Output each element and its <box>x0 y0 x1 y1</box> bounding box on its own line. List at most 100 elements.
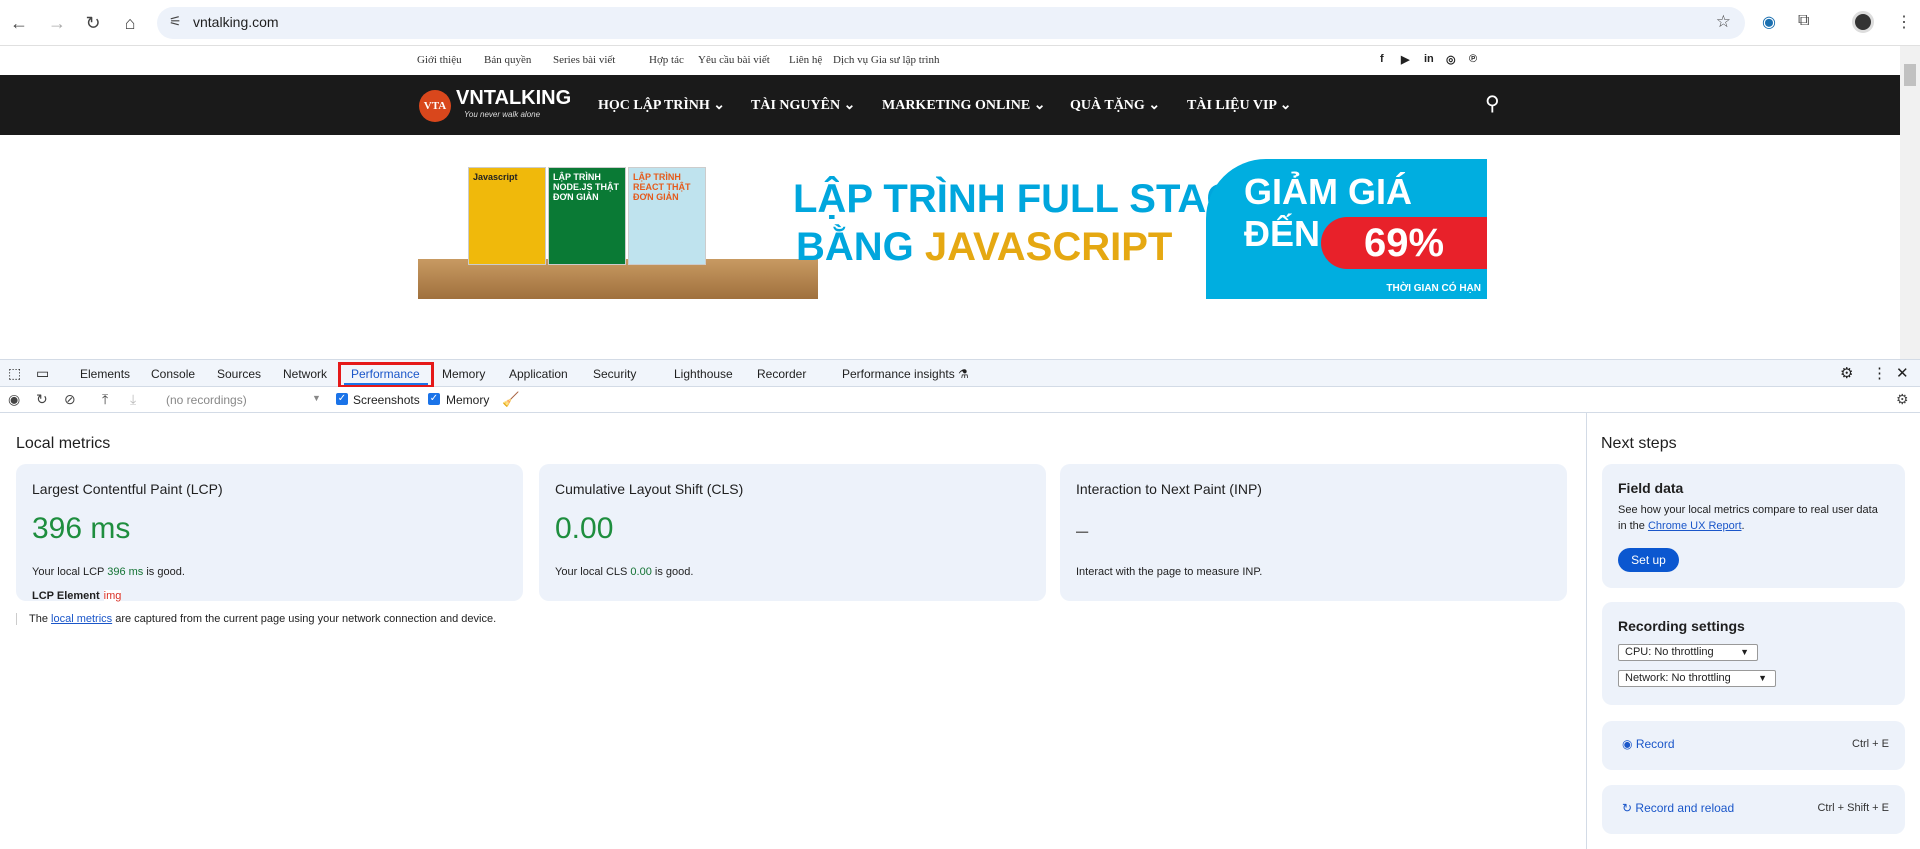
tab-memory[interactable]: Memory <box>442 367 485 381</box>
top-link[interactable]: Bản quyền <box>484 54 531 66</box>
forward-icon[interactable]: → <box>44 10 70 36</box>
network-throttling-select[interactable]: Network: No throttling ▼ <box>1618 670 1776 687</box>
top-link[interactable]: Hợp tác <box>649 54 684 66</box>
banner-headline: LẬP TRÌNH FULL STACK <box>793 177 1265 221</box>
close-icon[interactable]: ✕ <box>1896 364 1909 382</box>
nav-item[interactable]: TÀI LIỆU VIP ⌄ <box>1187 97 1291 114</box>
capture-settings-gear-icon[interactable]: ⚙ <box>1896 391 1909 408</box>
tab-sources[interactable]: Sources <box>217 367 261 381</box>
instagram-icon[interactable]: ◎ <box>1446 53 1456 66</box>
bookmark-star-icon[interactable]: ☆ <box>1716 12 1731 32</box>
tab-application[interactable]: Application <box>509 367 568 381</box>
nav-item[interactable]: TÀI NGUYÊN ⌄ <box>751 97 855 114</box>
kebab-menu-icon[interactable]: ⋮ <box>1896 12 1912 32</box>
extension-icon[interactable]: ◉ <box>1762 12 1776 32</box>
section-title: Next steps <box>1601 435 1677 452</box>
settings-gear-icon[interactable]: ⚙ <box>1840 364 1853 382</box>
logo-name[interactable]: VNTALKING <box>456 87 571 110</box>
screenshots-checkbox[interactable]: ✓ <box>336 393 348 405</box>
record-reload-card[interactable]: ↻ Record and reload Ctrl + Shift + E <box>1602 785 1905 834</box>
top-link[interactable]: Giới thiệu <box>417 54 462 66</box>
shortcut: Ctrl + Shift + E <box>1817 802 1889 814</box>
avatar[interactable] <box>1852 11 1874 33</box>
chevron-down-icon: ▼ <box>1758 673 1767 683</box>
performance-toolbar: ◉ ↻ ⊘ ⤒ ⤓ (no recordings) ▼ ✓ Screenshot… <box>0 387 1920 413</box>
metric-title: Cumulative Layout Shift (CLS) <box>555 481 744 497</box>
search-icon[interactable]: ⚲ <box>1485 91 1500 116</box>
discount-block: GIẢM GIÁ ĐẾN 69% THỜI GIAN CÓ HẠN <box>1206 159 1487 299</box>
memory-label[interactable]: Memory <box>446 393 489 407</box>
banner-subheadline: BẰNG JAVASCRIPT <box>796 225 1173 269</box>
top-link[interactable]: Dịch vụ Gia sư lập trình <box>833 54 939 66</box>
tab-performance-insights[interactable]: Performance insights ⚗ <box>842 367 969 381</box>
promo-banner[interactable]: Javascript LẬP TRÌNH NODE.JS THẬT ĐƠN GI… <box>418 159 1487 299</box>
top-link[interactable]: Series bài viết <box>553 54 615 66</box>
next-steps-sidebar: Next steps Field data See how your local… <box>1586 413 1920 849</box>
metric-value: 0.00 <box>555 512 614 545</box>
record-button[interactable]: ◉ Record <box>1622 737 1675 751</box>
site-nav: VTA VNTALKING You never walk alone HỌC L… <box>0 75 1900 135</box>
reload-record-icon[interactable]: ↻ <box>36 391 48 408</box>
record-icon: ◉ <box>1622 737 1633 751</box>
book-cover: Javascript <box>468 167 546 265</box>
kebab-menu-icon[interactable]: ⋮ <box>1872 364 1887 382</box>
upload-icon[interactable]: ⤒ <box>102 391 108 408</box>
address-bar[interactable]: ⚟ vntalking.com ☆ <box>157 7 1745 39</box>
nav-item[interactable]: QUÀ TẶNG ⌄ <box>1070 97 1160 114</box>
active-tab-indicator <box>344 383 428 385</box>
facebook-icon[interactable]: f <box>1380 53 1384 65</box>
download-icon[interactable]: ⤓ <box>130 391 136 408</box>
tab-network[interactable]: Network <box>283 367 327 381</box>
top-link[interactable]: Yêu cầu bài viết <box>698 54 770 66</box>
page-scrollbar[interactable] <box>1900 46 1920 359</box>
metric-description: Your local CLS 0.00 is good. <box>555 566 694 578</box>
logo-mark[interactable]: VTA <box>419 90 451 122</box>
tab-console[interactable]: Console <box>151 367 195 381</box>
inspect-element-icon[interactable]: ⬚ <box>8 365 21 382</box>
tab-security[interactable]: Security <box>593 367 636 381</box>
back-icon[interactable]: ← <box>6 10 32 36</box>
device-toggle-icon[interactable]: ▭ <box>36 365 49 382</box>
youtube-icon[interactable]: ▶ <box>1401 53 1409 66</box>
metric-value: 396 ms <box>32 512 131 545</box>
recordings-select[interactable]: (no recordings) <box>166 393 247 407</box>
lcp-element: LCP Element img <box>32 590 122 602</box>
shelf-image <box>418 259 818 299</box>
chrome-ux-report-link[interactable]: Chrome UX Report <box>1648 520 1742 532</box>
cls-card: Cumulative Layout Shift (CLS) 0.00 Your … <box>539 464 1046 601</box>
clear-icon[interactable]: ⊘ <box>64 391 76 408</box>
footnote: The local metrics are captured from the … <box>16 613 496 625</box>
scrollbar-thumb[interactable] <box>1904 64 1916 86</box>
field-data-card: Field data See how your local metrics co… <box>1602 464 1905 588</box>
tab-recorder[interactable]: Recorder <box>757 367 806 381</box>
screenshots-label[interactable]: Screenshots <box>353 393 420 407</box>
pinterest-icon[interactable]: ℗ <box>1469 53 1477 65</box>
set-up-button[interactable]: Set up <box>1618 548 1679 572</box>
chevron-down-icon[interactable]: ▼ <box>312 393 321 403</box>
puzzle-icon[interactable]: ⧉ <box>1798 12 1809 30</box>
card-title: Field data <box>1618 480 1684 496</box>
garbage-collect-icon[interactable]: 🧹 <box>502 391 519 408</box>
site-info-icon[interactable]: ⚟ <box>169 13 182 30</box>
lcp-element-link[interactable]: img <box>103 590 122 602</box>
tab-lighthouse[interactable]: Lighthouse <box>674 367 733 381</box>
memory-checkbox[interactable]: ✓ <box>428 393 440 405</box>
home-icon[interactable]: ⌂ <box>117 10 143 36</box>
record-icon[interactable]: ◉ <box>8 391 20 408</box>
shortcut: Ctrl + E <box>1852 738 1889 750</box>
reload-icon[interactable]: ↻ <box>80 10 106 36</box>
record-and-reload-button[interactable]: ↻ Record and reload <box>1622 801 1734 815</box>
url-text[interactable]: vntalking.com <box>193 14 279 30</box>
reload-icon: ↻ <box>1622 801 1633 815</box>
record-card[interactable]: ◉ Record Ctrl + E <box>1602 721 1905 770</box>
top-links-bar: Giới thiệu Bản quyền Series bài viết Hợp… <box>0 46 1900 75</box>
tab-elements[interactable]: Elements <box>80 367 130 381</box>
card-text: See how your local metrics compare to re… <box>1618 504 1878 532</box>
nav-item[interactable]: HỌC LẬP TRÌNH ⌄ <box>598 97 725 114</box>
book-cover: LẬP TRÌNH NODE.JS THẬT ĐƠN GIẢN <box>548 167 626 265</box>
cpu-throttling-select[interactable]: CPU: No throttling ▼ <box>1618 644 1758 661</box>
linkedin-icon[interactable]: in <box>1424 53 1434 65</box>
nav-item[interactable]: MARKETING ONLINE ⌄ <box>882 97 1045 114</box>
local-metrics-link[interactable]: local metrics <box>51 613 112 625</box>
top-link[interactable]: Liên hệ <box>789 54 822 66</box>
